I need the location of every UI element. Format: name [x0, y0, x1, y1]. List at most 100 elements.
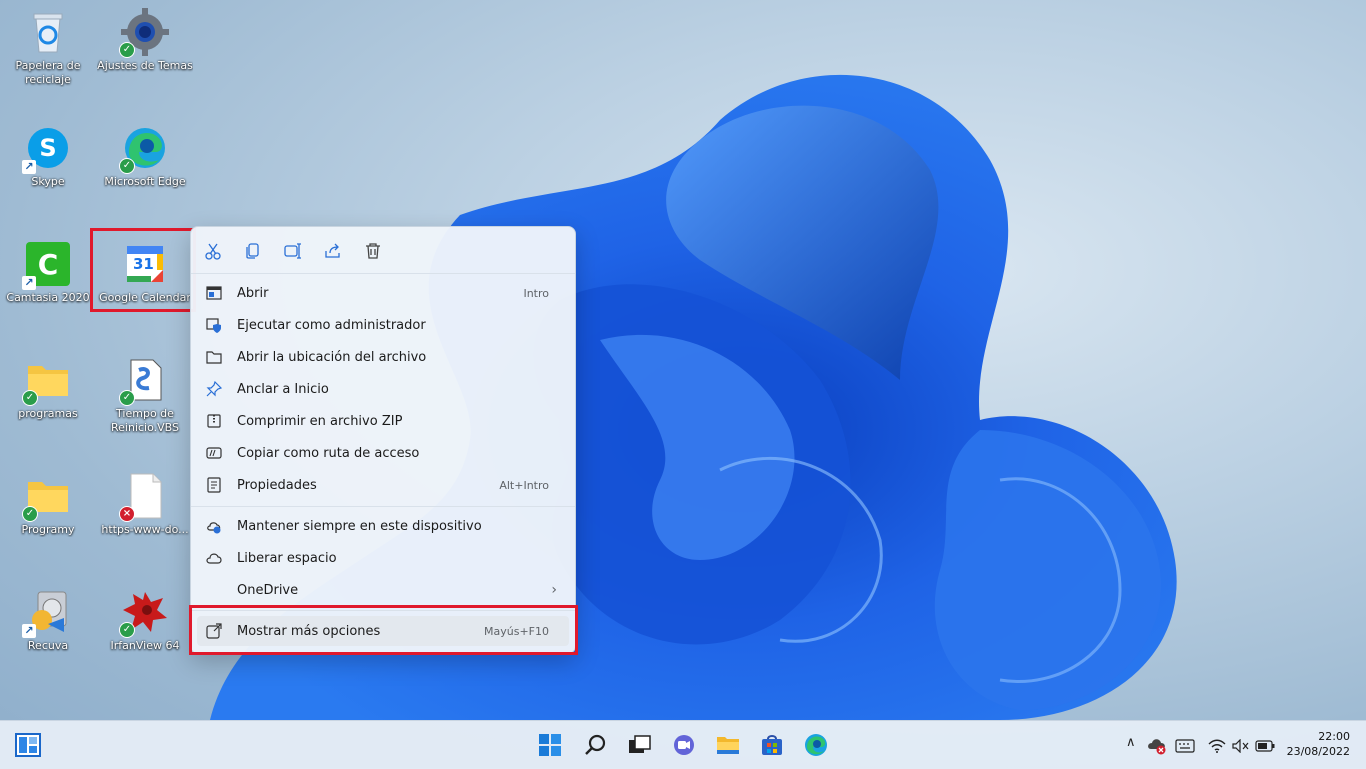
menu-item-label: Copiar como ruta de acceso — [237, 445, 420, 461]
chevron-right-icon: › — [551, 582, 557, 598]
highlight-box-selected-icon — [90, 228, 196, 312]
cloud-check-icon — [205, 517, 223, 535]
blank-file-icon: × — [119, 472, 169, 522]
rename-button[interactable] — [281, 239, 305, 263]
desktop-icon-vbs-script[interactable]: ✓ Tiempo de Reinicio.VBS — [97, 356, 193, 435]
sync-ok-icon: ✓ — [119, 158, 135, 174]
copy-icon — [246, 243, 259, 259]
cut-button[interactable] — [201, 239, 225, 263]
wifi-icon — [1208, 739, 1226, 753]
menu-item-label: Anclar a Inicio — [237, 381, 329, 397]
desktop-icon-label: Tiempo de Reinicio.VBS — [111, 407, 179, 434]
camtasia-icon: C ↗ — [22, 240, 72, 290]
context-menu: Abrir Intro Ejecutar como administrador … — [190, 226, 576, 654]
keyboard-tray-button[interactable] — [1174, 735, 1196, 757]
desktop-icon-skype[interactable]: S ↗ Skype — [0, 124, 96, 189]
widgets-button[interactable] — [14, 731, 42, 759]
battery-tray-button[interactable] — [1254, 735, 1276, 757]
menu-item-onedrive[interactable]: OneDrive › — [197, 575, 569, 605]
menu-item-shortcut: Alt+Intro — [499, 478, 549, 492]
desktop-icon-ajustes-temas[interactable]: ✓ Ajustes de Temas — [97, 8, 193, 73]
edge-taskbar-button[interactable] — [802, 731, 830, 759]
folder-icon: ✓ — [22, 472, 72, 522]
sync-ok-icon: ✓ — [119, 390, 135, 406]
svg-text:C: C — [38, 248, 59, 281]
desktop-icon-irfanview[interactable]: ✓ IrfanView 64 — [97, 588, 193, 653]
gear-icon: ✓ — [119, 8, 169, 58]
menu-item-label: Abrir la ubicación del archivo — [237, 349, 427, 365]
search-icon — [585, 734, 606, 755]
windows-logo-icon — [539, 734, 561, 756]
desktop-icon-programy[interactable]: ✓ Programy — [0, 472, 96, 537]
task-view-icon — [629, 735, 651, 753]
recuva-icon: ↗ — [22, 588, 72, 638]
desktop-icon-label: Skype — [31, 175, 65, 188]
menu-item-free-space[interactable]: Liberar espacio — [197, 543, 569, 573]
menu-item-label: Ejecutar como administrador — [237, 317, 426, 333]
chat-icon — [674, 735, 694, 755]
share-button[interactable] — [321, 239, 345, 263]
desktop-icon-recuva[interactable]: ↗ Recuva — [0, 588, 96, 653]
teams-chat-button[interactable] — [670, 731, 698, 759]
copy-button[interactable] — [241, 239, 265, 263]
onedrive-error-icon — [1148, 739, 1166, 755]
menu-item-label: OneDrive — [237, 582, 299, 598]
widgets-icon — [15, 733, 41, 757]
properties-icon — [205, 476, 223, 494]
clock-button[interactable]: 22:00 23/08/2022 — [1287, 729, 1350, 759]
menu-item-label: Propiedades — [237, 477, 317, 493]
menu-item-label: Comprimir en archivo ZIP — [237, 413, 403, 429]
desktop-icon-https-file[interactable]: × https-www-do... — [97, 472, 193, 537]
desktop-icon-recycle-bin[interactable]: Papelera de reciclaje — [0, 8, 96, 87]
search-button[interactable] — [582, 731, 610, 759]
menu-item-properties[interactable]: Propiedades Alt+Intro — [197, 470, 569, 500]
menu-item-open[interactable]: Abrir Intro — [197, 278, 569, 308]
keyboard-icon — [1175, 739, 1195, 753]
sync-error-icon: × — [119, 506, 135, 522]
context-menu-toolbar — [201, 239, 385, 263]
shortcut-arrow-icon: ↗ — [22, 160, 36, 174]
show-hidden-icons-button[interactable]: ∧ — [1126, 735, 1136, 750]
desktop-icon-camtasia[interactable]: C ↗ Camtasia 2020 — [0, 240, 96, 305]
menu-item-copy-path[interactable]: Copiar como ruta de acceso — [197, 438, 569, 468]
svg-text:S: S — [39, 134, 56, 162]
menu-item-keep-on-device[interactable]: Mantener siempre en este dispositivo — [197, 511, 569, 541]
scissors-icon — [205, 243, 221, 260]
delete-button[interactable] — [361, 239, 385, 263]
menu-item-label: Mantener siempre en este dispositivo — [237, 518, 482, 534]
start-button[interactable] — [536, 731, 564, 759]
menu-item-compress-zip[interactable]: Comprimir en archivo ZIP — [197, 406, 569, 436]
network-tray-button[interactable] — [1206, 735, 1228, 757]
share-icon — [325, 243, 340, 258]
menu-item-label: Abrir — [237, 285, 269, 301]
task-view-button[interactable] — [626, 731, 654, 759]
file-explorer-icon — [717, 737, 739, 754]
edge-icon: ✓ — [119, 124, 169, 174]
shortcut-arrow-icon: ↗ — [22, 624, 36, 638]
desktop-icon-label: Recuva — [27, 639, 69, 652]
folder-outline-icon — [205, 348, 223, 366]
recycle-bin-icon — [24, 8, 72, 56]
desktop-icon-label: programas — [18, 407, 78, 420]
file-explorer-button[interactable] — [714, 731, 742, 759]
sync-ok-icon: ✓ — [22, 506, 38, 522]
trash-icon — [366, 243, 380, 259]
onedrive-tray-button[interactable] — [1146, 735, 1168, 757]
desktop-icon-edge[interactable]: ✓ Microsoft Edge — [97, 124, 193, 189]
menu-item-open-location[interactable]: Abrir la ubicación del archivo — [197, 342, 569, 372]
volume-muted-icon — [1232, 739, 1249, 753]
copy-path-icon — [205, 444, 223, 462]
desktop-icon-label: Microsoft Edge — [104, 175, 186, 188]
desktop-icon-label: IrfanView 64 — [110, 639, 180, 652]
zip-icon — [205, 412, 223, 430]
store-icon — [762, 735, 782, 755]
desktop-icon-programas[interactable]: ✓ programas — [0, 356, 96, 421]
microsoft-store-button[interactable] — [758, 731, 786, 759]
menu-item-shortcut: Intro — [523, 286, 549, 300]
folder-icon: ✓ — [22, 356, 72, 406]
sync-ok-icon: ✓ — [119, 622, 135, 638]
volume-tray-button[interactable] — [1230, 735, 1252, 757]
menu-item-run-as-admin[interactable]: Ejecutar como administrador — [197, 310, 569, 340]
menu-item-pin-start[interactable]: Anclar a Inicio — [197, 374, 569, 404]
sync-ok-icon: ✓ — [22, 390, 38, 406]
